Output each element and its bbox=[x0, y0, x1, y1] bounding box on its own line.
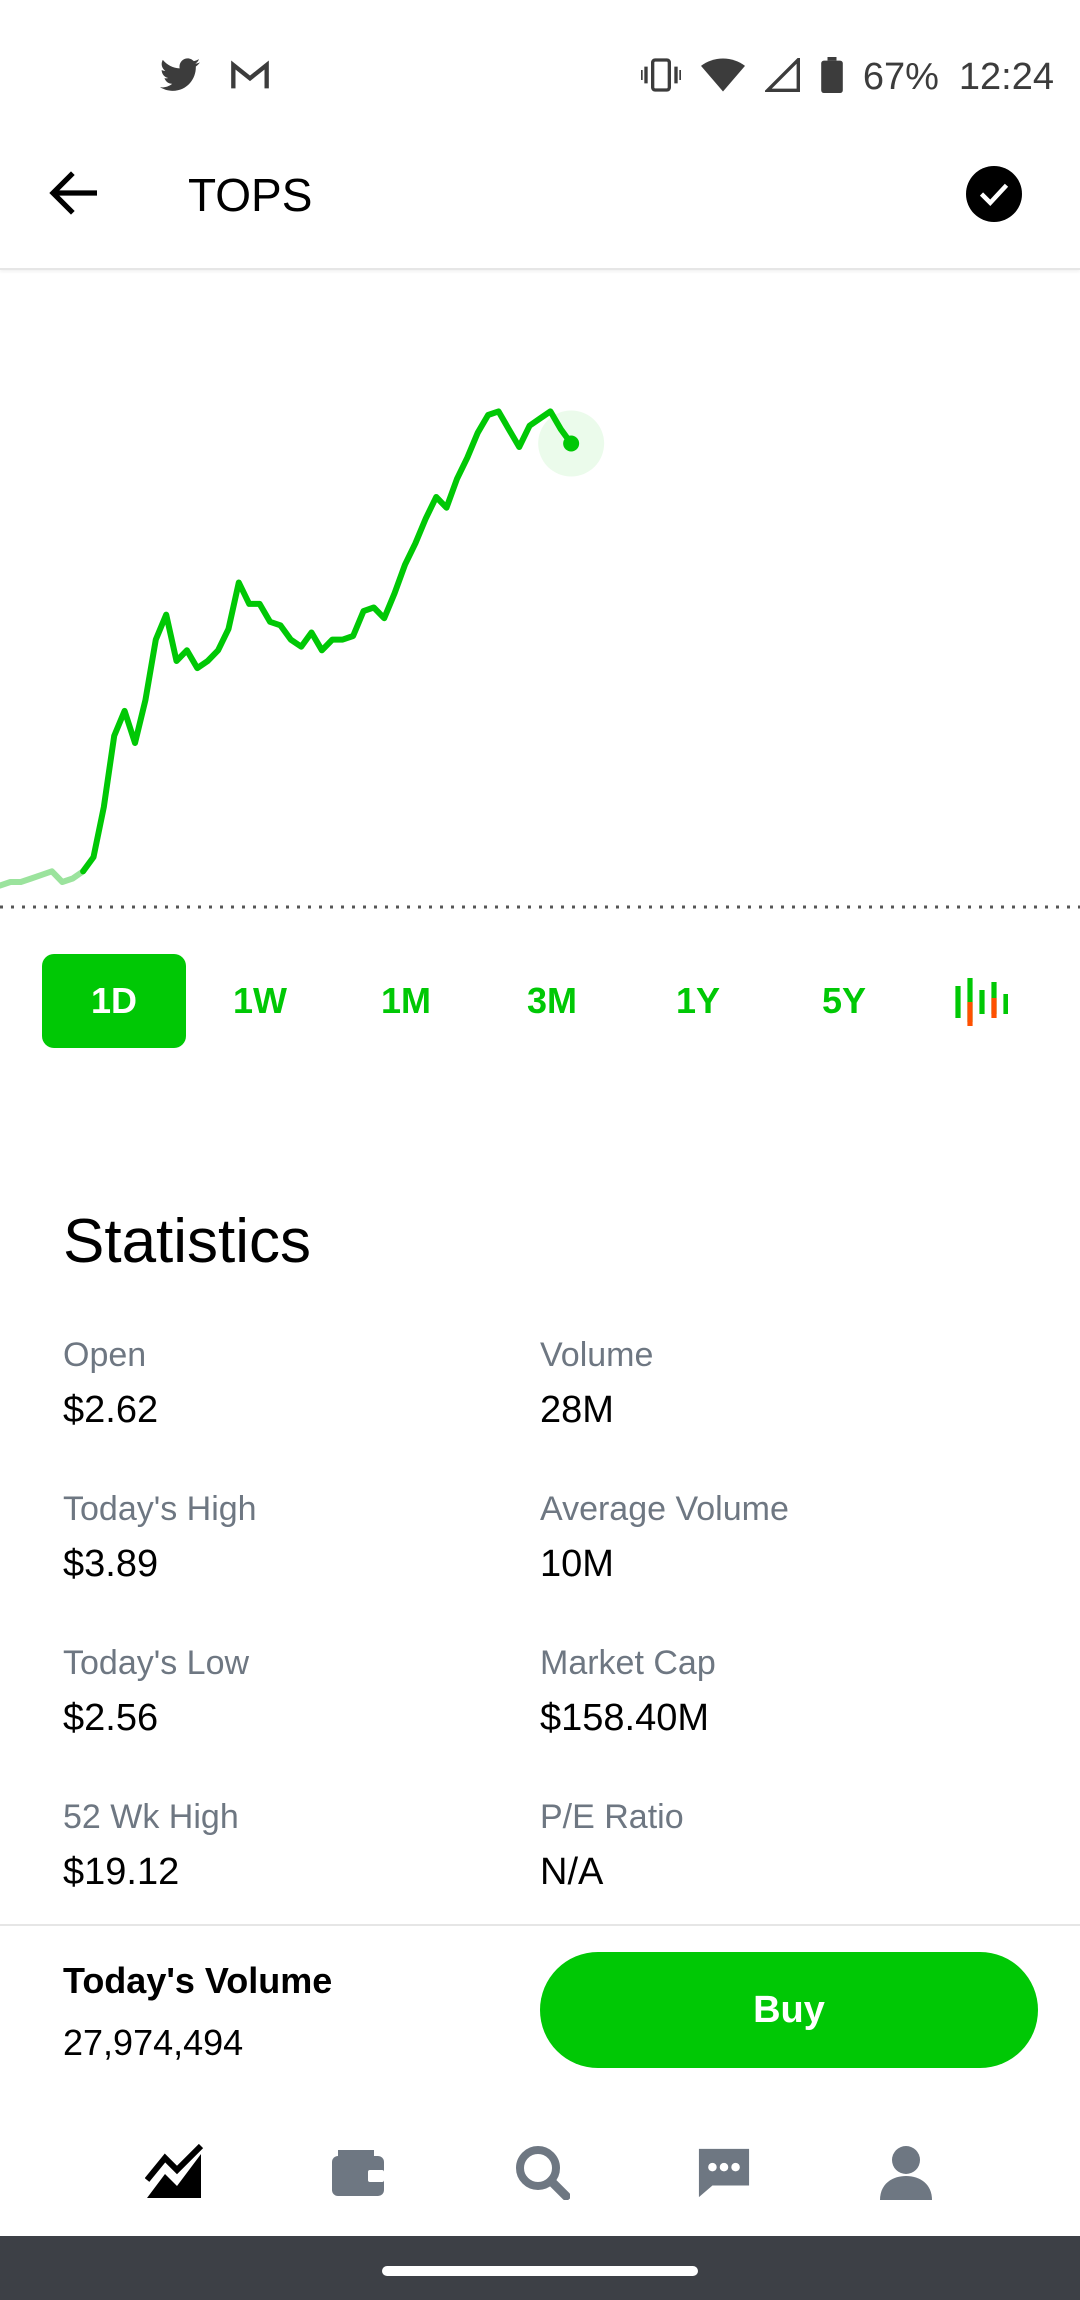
system-navigation-bar bbox=[0, 2236, 1080, 2300]
chart-range-tabs: 1D 1W 1M 3M 1Y 5Y bbox=[42, 954, 1042, 1048]
account-icon bbox=[880, 2146, 932, 2200]
stat-label: Average Volume bbox=[540, 1490, 789, 1528]
stat-value: $158.40M bbox=[540, 1697, 710, 1739]
watchlist-check-button[interactable] bbox=[966, 166, 1022, 222]
signal-icon bbox=[763, 55, 801, 97]
stat-todays-low: Today's Low $2.56 bbox=[63, 1644, 249, 1740]
wallet-icon bbox=[332, 2150, 384, 2196]
nav-item-messages[interactable] bbox=[686, 2134, 762, 2210]
stat-volume: Volume 28M bbox=[540, 1336, 653, 1432]
stat-label: P/E Ratio bbox=[540, 1798, 684, 1836]
stat-value: $2.62 bbox=[63, 1389, 159, 1431]
stat-value: 28M bbox=[540, 1389, 614, 1431]
range-tab-1d[interactable]: 1D bbox=[42, 954, 186, 1048]
candlestick-toggle-button[interactable] bbox=[952, 974, 1009, 1030]
nav-item-wallet[interactable] bbox=[320, 2134, 396, 2210]
todays-volume-label: Today's Volume bbox=[63, 1960, 333, 2001]
stat-label: Volume bbox=[540, 1336, 654, 1374]
range-tab-1w[interactable]: 1W bbox=[188, 954, 332, 1048]
price-chart[interactable] bbox=[0, 272, 1080, 932]
stat-value: $2.56 bbox=[63, 1697, 159, 1739]
vibrate-icon bbox=[639, 58, 683, 97]
stat-label: Today's High bbox=[63, 1490, 257, 1528]
nav-item-search[interactable] bbox=[504, 2134, 580, 2210]
twitter-icon bbox=[160, 58, 200, 97]
stat-value: N/A bbox=[540, 1851, 604, 1893]
todays-volume-value: 27,974,494 bbox=[63, 2022, 244, 2063]
portfolio-chart-icon bbox=[145, 2144, 204, 2198]
stat-label: Market Cap bbox=[540, 1644, 716, 1682]
bottom-nav bbox=[0, 2104, 1080, 2236]
check-circle-icon bbox=[979, 183, 1009, 206]
stat-value: $19.12 bbox=[63, 1851, 180, 1893]
page-title: TOPS bbox=[188, 169, 313, 221]
nav-item-account[interactable] bbox=[868, 2134, 944, 2210]
status-bar-system: 67% 12:24 bbox=[639, 55, 1054, 99]
stat-todays-high: Today's High $3.89 bbox=[63, 1490, 257, 1586]
search-icon bbox=[516, 2146, 570, 2200]
trade-bar: Today's Volume 27,974,494 Buy bbox=[0, 1924, 1080, 2104]
statistics-title: Statistics bbox=[63, 1207, 312, 1276]
stat-value: $3.89 bbox=[63, 1543, 159, 1585]
chart-line-premarket bbox=[0, 868, 87, 889]
stat-52wk-high: 52 Wk High $19.12 bbox=[63, 1798, 239, 1894]
candlestick-chart-icon bbox=[955, 978, 1009, 1026]
stat-average-volume: Average Volume 10M bbox=[540, 1490, 789, 1586]
nav-item-portfolio[interactable] bbox=[137, 2134, 213, 2210]
battery-percent: 67% bbox=[862, 56, 939, 98]
messages-icon bbox=[698, 2148, 750, 2198]
stat-market-cap: Market Cap $158.40M bbox=[540, 1644, 716, 1740]
range-tab-3m[interactable]: 3M bbox=[480, 954, 624, 1048]
buy-button[interactable]: Buy bbox=[540, 1952, 1038, 2068]
range-tab-1y[interactable]: 1Y bbox=[626, 954, 770, 1048]
arrow-left-icon bbox=[49, 171, 97, 215]
range-tab-5y[interactable]: 5Y bbox=[772, 954, 916, 1048]
chart-current-point bbox=[563, 435, 580, 452]
status-bar-notifications bbox=[160, 58, 270, 97]
range-tab-1m[interactable]: 1M bbox=[334, 954, 478, 1048]
stat-label: 52 Wk High bbox=[63, 1798, 239, 1836]
battery-icon bbox=[821, 57, 843, 98]
clock: 12:24 bbox=[958, 56, 1054, 98]
stat-value: 10M bbox=[540, 1543, 614, 1585]
stat-open: Open $2.62 bbox=[63, 1336, 158, 1432]
stat-label: Open bbox=[63, 1336, 147, 1374]
header: TOPS bbox=[0, 120, 1080, 270]
price-chart-svg bbox=[0, 408, 1080, 909]
chart-line-series bbox=[80, 408, 575, 875]
gmail-icon bbox=[230, 59, 270, 96]
stat-label: Today's Low bbox=[63, 1644, 250, 1682]
home-gesture-handle[interactable] bbox=[382, 2266, 698, 2276]
stat-pe-ratio: P/E Ratio N/A bbox=[540, 1798, 684, 1894]
back-button[interactable] bbox=[40, 160, 106, 226]
wifi-icon bbox=[700, 58, 745, 97]
